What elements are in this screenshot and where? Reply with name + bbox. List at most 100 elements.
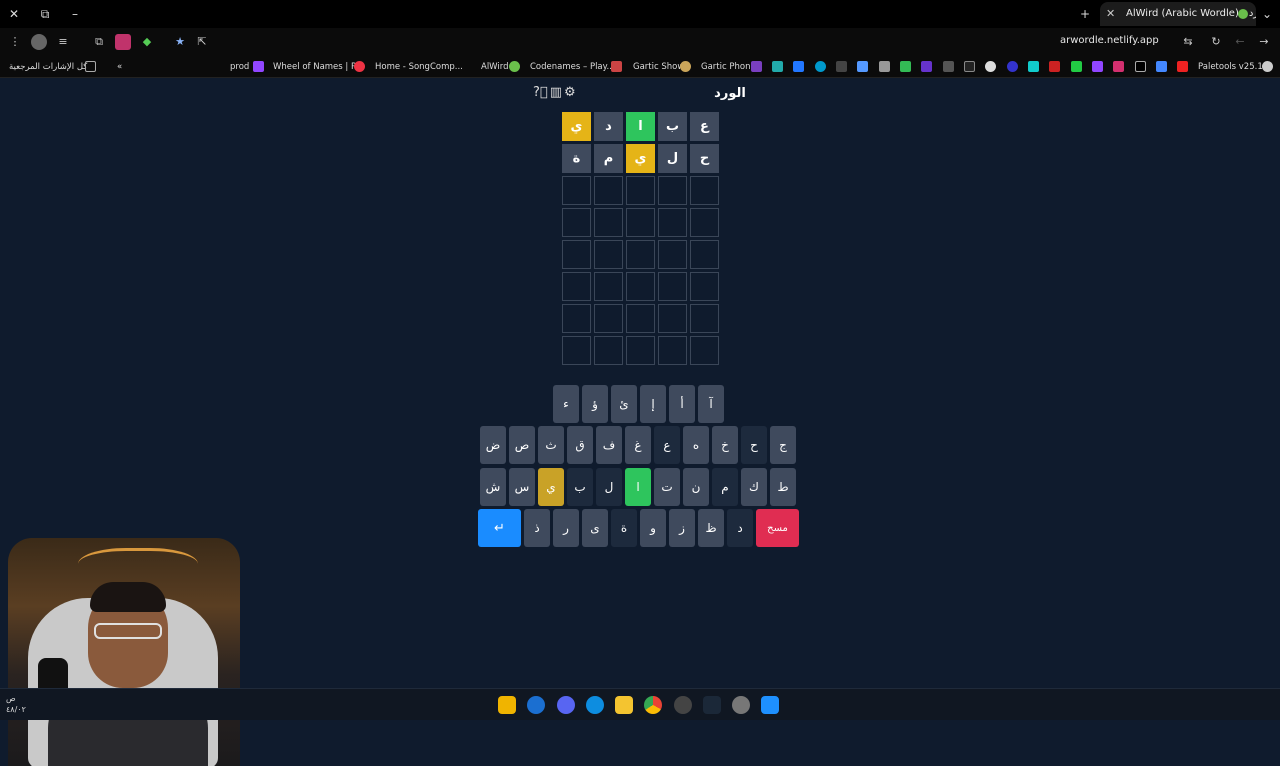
tab-list-icon[interactable]: ⌄	[1259, 6, 1275, 22]
bookmark-codenames[interactable]: Codenames – Play...	[530, 60, 615, 74]
twitch-icon-2[interactable]	[1092, 61, 1103, 72]
key[interactable]: ى	[582, 509, 608, 547]
key[interactable]: ظ	[698, 509, 724, 547]
obs-icon[interactable]	[674, 696, 692, 714]
key[interactable]: خ	[712, 426, 738, 464]
bookmark-icon-2[interactable]	[793, 61, 804, 72]
bookmark-icon-11[interactable]	[985, 61, 996, 72]
bookmark-icon-3[interactable]	[815, 61, 826, 72]
key[interactable]: ع	[654, 426, 680, 464]
key[interactable]: ز	[669, 509, 695, 547]
start-icon[interactable]	[761, 696, 779, 714]
active-tab[interactable]: ✕ AlWird (Arabic Wordle) - الورد	[1100, 2, 1256, 26]
bookmark-all[interactable]: كل الإشارات المرجعية	[9, 60, 87, 74]
forward-icon[interactable]: ←	[1232, 34, 1248, 50]
key[interactable]: ا	[625, 468, 651, 506]
back-icon[interactable]: →	[1256, 34, 1272, 50]
discord-icon[interactable]	[557, 696, 575, 714]
key[interactable]: ط	[770, 468, 796, 506]
chrome-icon[interactable]	[644, 696, 662, 714]
chevron-icon[interactable]: «	[117, 60, 122, 74]
restore-window-icon[interactable]: ⧉	[37, 6, 53, 22]
bookmark-prod[interactable]: prod	[230, 60, 249, 74]
bookmark-icon-12[interactable]	[1007, 61, 1018, 72]
profile-avatar-icon[interactable]	[31, 34, 47, 50]
new-tab-icon[interactable]: +	[1077, 6, 1093, 22]
share-icon[interactable]: ⇱	[194, 34, 210, 50]
bookmark-gartic-phone[interactable]: Gartic Phone	[701, 60, 756, 74]
key[interactable]: ش	[480, 468, 506, 506]
menu-icon[interactable]: ⋮	[7, 34, 23, 50]
bookmark-icon-4[interactable]	[836, 61, 847, 72]
bookmark-icon-9[interactable]	[943, 61, 954, 72]
close-tab-icon[interactable]: ✕	[1106, 2, 1115, 26]
key[interactable]: إ	[640, 385, 666, 423]
key[interactable]: ض	[480, 426, 506, 464]
key[interactable]: ق	[567, 426, 593, 464]
key[interactable]: ن	[683, 468, 709, 506]
key[interactable]: ب	[567, 468, 593, 506]
bookmark-icon-1[interactable]	[772, 61, 783, 72]
close-window-icon[interactable]: ✕	[6, 6, 22, 22]
bookmark-songcomp[interactable]: Home - SongComp...	[375, 60, 463, 74]
bookmark-icon-6[interactable]	[879, 61, 890, 72]
key[interactable]: و	[640, 509, 666, 547]
bookmark-gartic-show[interactable]: Gartic Show	[633, 60, 684, 74]
shield-icon[interactable]: ◆	[139, 34, 155, 50]
key[interactable]: ف	[596, 426, 622, 464]
key[interactable]: آ	[698, 385, 724, 423]
minimize-window-icon[interactable]: –	[67, 6, 83, 22]
media-icon[interactable]: ≡	[55, 34, 71, 50]
bookmark-star-icon[interactable]: ★	[172, 34, 188, 50]
key[interactable]: ة	[611, 509, 637, 547]
kick-icon[interactable]	[1071, 61, 1082, 72]
rockstar-icon[interactable]	[498, 696, 516, 714]
steam-icon[interactable]	[703, 696, 721, 714]
delete-key[interactable]: مسح	[756, 509, 799, 547]
key[interactable]: م	[712, 468, 738, 506]
bookmark-paletools[interactable]: Paletools v25.1.9	[1198, 60, 1271, 74]
bookmark-icon-14[interactable]	[1049, 61, 1060, 72]
bookmark-icon-8[interactable]	[921, 61, 932, 72]
bookmark-wheel[interactable]: Wheel of Names | R...	[273, 60, 365, 74]
key[interactable]: ح	[741, 426, 767, 464]
bookmark-icon-5[interactable]	[857, 61, 868, 72]
key[interactable]: ي	[538, 468, 564, 506]
enter-key[interactable]: ↵	[478, 509, 521, 547]
translate-icon[interactable]	[1156, 61, 1167, 72]
bookmark-alwird[interactable]: AlWird	[481, 60, 509, 74]
key[interactable]: س	[509, 468, 535, 506]
key[interactable]: ذ	[524, 509, 550, 547]
settings-app-icon[interactable]	[732, 696, 750, 714]
app-icon[interactable]	[527, 696, 545, 714]
bookmark-icon-7[interactable]	[900, 61, 911, 72]
key[interactable]: ر	[553, 509, 579, 547]
key[interactable]: أ	[669, 385, 695, 423]
instagram-icon[interactable]	[1113, 61, 1124, 72]
settings-icon[interactable]: ⚙	[564, 85, 578, 100]
url-text[interactable]: arwordle.netlify.app	[1060, 35, 1159, 46]
key[interactable]: ؤ	[582, 385, 608, 423]
help-icon[interactable]: ?⃝	[533, 85, 550, 100]
edge-icon[interactable]	[586, 696, 604, 714]
site-settings-icon[interactable]: ⇆	[1180, 34, 1196, 50]
key[interactable]: ك	[741, 468, 767, 506]
extensions-icon[interactable]: ⧉	[91, 34, 107, 50]
key[interactable]: ه	[683, 426, 709, 464]
file-explorer-icon[interactable]	[615, 696, 633, 714]
reload-icon[interactable]: ↻	[1208, 34, 1224, 50]
key[interactable]: ص	[509, 426, 535, 464]
key[interactable]: ل	[596, 468, 622, 506]
key[interactable]: ئ	[611, 385, 637, 423]
x-icon[interactable]	[1135, 61, 1146, 72]
youtube-icon[interactable]	[1177, 61, 1188, 72]
key[interactable]: ت	[654, 468, 680, 506]
bookmark-icon-10[interactable]	[964, 61, 975, 72]
key[interactable]: د	[727, 509, 753, 547]
stats-icon[interactable]: ▥	[550, 85, 564, 100]
bookmark-icon-13[interactable]	[1028, 61, 1039, 72]
extension-icon[interactable]	[115, 34, 131, 50]
key[interactable]: ج	[770, 426, 796, 464]
key[interactable]: غ	[625, 426, 651, 464]
key[interactable]: ء	[553, 385, 579, 423]
